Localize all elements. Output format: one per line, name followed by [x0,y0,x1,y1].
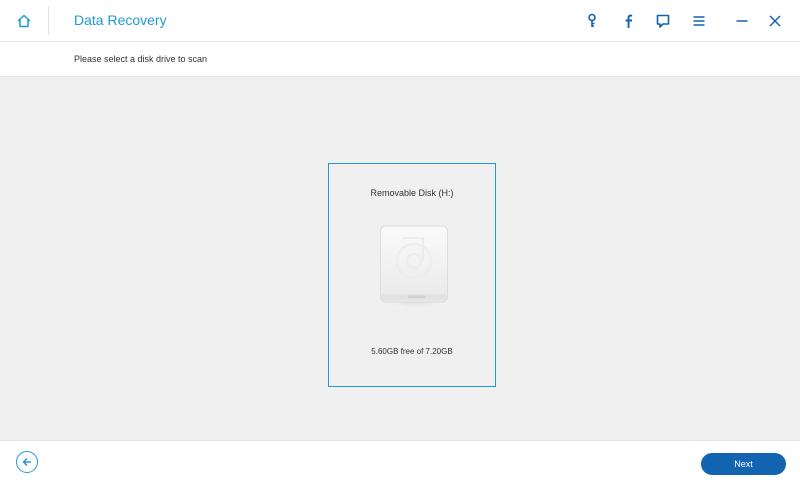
minimize-button[interactable] [731,10,753,32]
facebook-icon [625,14,633,28]
arrow-left-icon [22,457,31,467]
title-separator [48,6,49,35]
footer: Next [0,440,800,486]
feedback-icon [656,14,670,28]
menu-button[interactable] [688,10,710,32]
hard-drive-icon [380,225,448,309]
instruction-text: Please select a disk drive to scan [74,54,208,64]
home-icon [17,14,31,27]
sub-header: Please select a disk drive to scan [0,42,800,77]
minimize-icon [736,20,748,22]
key-icon [588,13,596,27]
menu-icon [693,16,705,26]
disk-list-area: Removable Disk (H:) 5.60GB free of 7.20G… [0,77,800,440]
facebook-button[interactable] [617,10,639,32]
app-title: Data Recovery [74,12,167,28]
back-button[interactable] [16,451,38,473]
disk-card-removable-h[interactable]: Removable Disk (H:) 5.60GB free of 7.20G… [328,163,496,387]
disk-space: 5.60GB free of 7.20GB [371,347,453,356]
title-bar: Data Recovery [0,0,800,42]
close-icon [769,15,781,27]
close-button[interactable] [764,10,786,32]
next-button[interactable]: Next [701,453,786,475]
home-button[interactable] [0,0,48,41]
key-button[interactable] [581,10,603,32]
feedback-button[interactable] [652,10,674,32]
disk-name: Removable Disk (H:) [370,188,454,198]
